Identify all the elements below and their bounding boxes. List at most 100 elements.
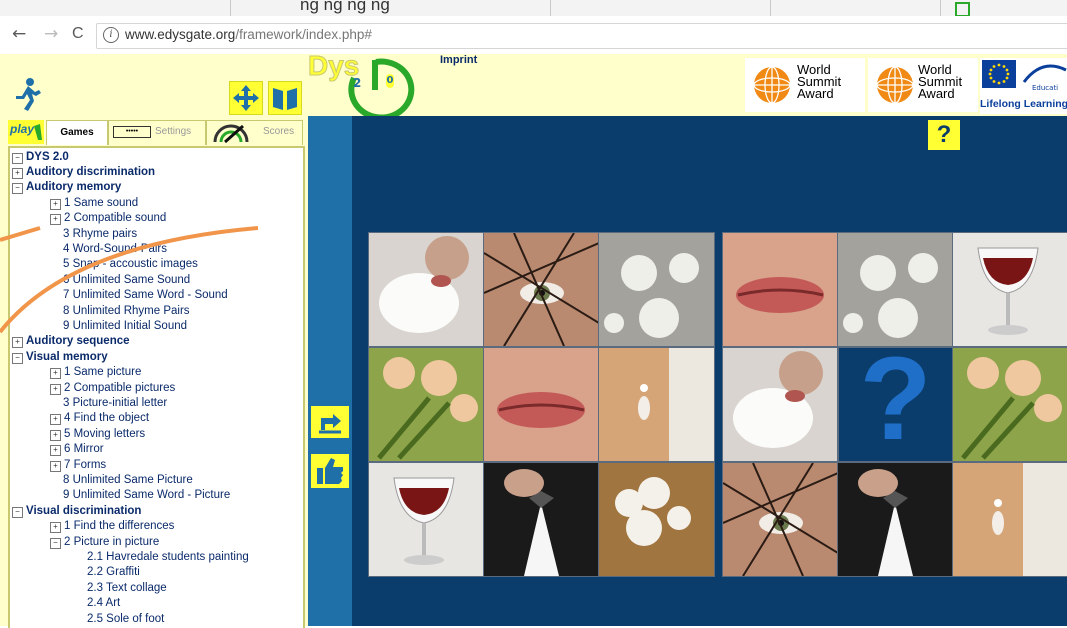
tree-item[interactable]: +5 Moving letters	[50, 427, 145, 441]
collapse-icon[interactable]: −	[12, 506, 23, 518]
tree-item[interactable]: −2 Picture in picture	[50, 535, 159, 549]
expand-icon[interactable]: +	[50, 445, 61, 457]
undo-button[interactable]	[311, 406, 349, 438]
card-image	[369, 348, 484, 461]
imprint-link[interactable]: Imprint	[440, 54, 477, 66]
thumbs-up-button[interactable]	[311, 454, 349, 488]
expand-icon[interactable]: +	[50, 368, 61, 380]
tree-item-label: 5 Moving letters	[64, 427, 146, 440]
book-icon[interactable]	[268, 81, 302, 115]
lifelong-learning-logo: Educati Lifelong Learning P	[980, 58, 1067, 114]
tree-item[interactable]: 3 Picture-initial letter	[50, 396, 167, 410]
memory-card-wine-glass[interactable]	[952, 232, 1067, 347]
tree-item-label: 2 Picture in picture	[64, 535, 160, 548]
tree-item[interactable]: + Auditory sequence	[12, 334, 130, 349]
run-icon[interactable]	[12, 76, 44, 112]
memory-card-tuxedo-tie[interactable]	[483, 462, 600, 577]
tree-item-label: 2.2 Graffiti	[87, 566, 140, 579]
tree-item[interactable]: 8 Unlimited Same Picture	[50, 473, 193, 487]
tree-item[interactable]: +4 Find the object	[50, 411, 150, 426]
web-page: Dys 2 0 Imprint World Summit Award World…	[0, 50, 1067, 628]
tree-item[interactable]: 9 Unlimited Same Word - Picture	[50, 488, 230, 502]
expand-icon[interactable]: +	[50, 429, 61, 441]
memory-card-glove-kiss[interactable]	[368, 232, 485, 347]
info-icon[interactable]: i	[103, 27, 119, 43]
tree-item-label: 7 Forms	[64, 458, 107, 471]
browser-tab-strip: ng ng ng ng	[0, 0, 1067, 16]
tree-item[interactable]: +6 Mirror	[50, 442, 104, 457]
collapse-icon[interactable]: −	[12, 352, 23, 364]
memory-card-lips[interactable]	[483, 347, 600, 462]
memory-card-veil-eye[interactable]	[483, 232, 600, 347]
expand-icon[interactable]: +	[50, 383, 61, 395]
tree-item[interactable]: +1 Find the differences	[50, 519, 174, 534]
thumbs-up-icon	[317, 458, 343, 484]
tree-item[interactable]: − Visual memory	[12, 350, 108, 364]
card-image	[484, 348, 599, 461]
tab-settings[interactable]: ••••• Settings	[108, 120, 206, 145]
address-bar[interactable]: i www.edysgate.org/framework/index.php#	[96, 23, 1067, 49]
tree-item-label: 3 Picture-initial letter	[63, 397, 168, 409]
collapse-icon[interactable]: −	[12, 153, 23, 164]
tab-scores[interactable]: Scores	[206, 120, 303, 145]
memory-card-veil-eye[interactable]	[722, 462, 839, 577]
browser-tab[interactable]	[230, 0, 551, 16]
memory-card-glove-kiss[interactable]	[722, 347, 839, 462]
tree-item-label: 2.4 Art	[87, 597, 121, 610]
memory-card-wine-glass[interactable]	[368, 462, 485, 577]
expand-icon[interactable]: +	[50, 522, 61, 534]
memory-card-lace-flowers[interactable]	[598, 232, 715, 347]
settings-label: Settings	[155, 126, 192, 137]
card-image	[599, 233, 714, 346]
memory-card-lace-hair[interactable]	[598, 462, 715, 577]
expand-icon[interactable]: +	[50, 414, 61, 426]
expand-icon[interactable]: +	[12, 337, 23, 349]
back-button[interactable]: ←	[12, 24, 26, 44]
tree-item[interactable]: +1 Same picture	[50, 365, 141, 380]
card-image	[599, 463, 714, 576]
help-button[interactable]: ?	[928, 120, 960, 150]
tree-item-label: 4 Find the object	[64, 412, 150, 425]
memory-card-question-mark[interactable]: ?	[837, 347, 954, 462]
tree-item[interactable]: 2.1 Havredale students painting	[74, 550, 249, 564]
browser-tab-titles: ng ng ng ng	[300, 0, 390, 14]
expand-icon[interactable]: +	[50, 460, 61, 472]
site-banner: Dys 2 0 Imprint World Summit Award World…	[0, 50, 1067, 116]
tree-item[interactable]: 2.3 Text collage	[74, 581, 167, 595]
browser-tab[interactable]	[770, 0, 941, 16]
memory-card-lace-flowers[interactable]	[837, 232, 954, 347]
tree-root[interactable]: − DYS 2.0	[12, 150, 69, 164]
collapse-icon[interactable]: −	[50, 537, 61, 549]
memory-card-bouquet[interactable]	[368, 347, 485, 462]
card-image	[838, 233, 953, 346]
reload-button[interactable]: C	[72, 24, 84, 44]
memory-card-bouquet[interactable]	[952, 347, 1067, 462]
play-tab-icon[interactable]: play	[8, 120, 44, 144]
tree-item-label: 6 Mirror	[64, 443, 104, 456]
undo-icon	[319, 414, 341, 434]
tab-games[interactable]: Games	[46, 120, 108, 145]
browser-tab[interactable]	[0, 0, 231, 16]
memory-card-lips[interactable]	[722, 232, 839, 347]
forward-button[interactable]: →	[44, 24, 58, 44]
tree-item[interactable]: 2.2 Graffiti	[74, 565, 140, 579]
move-icon[interactable]	[229, 81, 263, 115]
world-summit-award-logo-2: World Summit Award	[868, 58, 978, 112]
tree-item[interactable]: +7 Forms	[50, 458, 106, 472]
target-icon	[213, 124, 249, 144]
tree-item[interactable]: − Visual discrimination	[12, 504, 141, 518]
memory-card-tuxedo-tie[interactable]	[837, 462, 954, 577]
eu-flag-icon	[982, 60, 1016, 88]
tree-item-label: 2.1 Havredale students painting	[87, 551, 249, 563]
memory-card-pearl-earring[interactable]	[598, 347, 715, 462]
tree-item[interactable]: 2.4 Art	[74, 596, 120, 610]
tree-item-label: 9 Unlimited Same Word - Picture	[63, 489, 231, 502]
tree-item-label: Visual discrimination	[26, 504, 142, 517]
memory-card-pearl-earring[interactable]	[952, 462, 1067, 577]
llp-text: Lifelong Learning P	[980, 98, 1067, 110]
dys-logo[interactable]: Dys 2 0	[307, 50, 432, 116]
browser-tab[interactable]	[550, 0, 771, 16]
question-mark-icon: ?	[859, 347, 932, 462]
tree-item[interactable]: 2.5 Sole of foot	[74, 612, 164, 626]
tree-item[interactable]: +2 Compatible pictures	[50, 381, 175, 395]
